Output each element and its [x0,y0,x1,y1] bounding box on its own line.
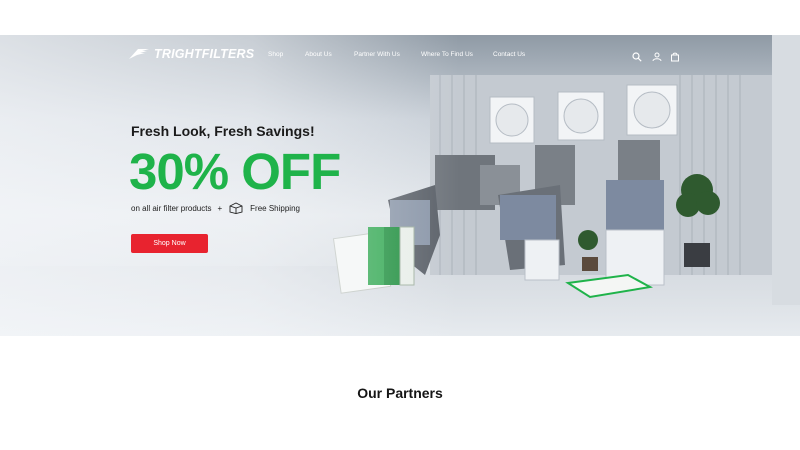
free-shipping-text: Free Shipping [250,203,300,213]
hero-banner: TRIGHTFILTERS Shop About Us Partner With… [0,35,800,336]
nav-about-us[interactable]: About Us [305,51,332,58]
account-icon[interactable] [652,49,664,62]
promo-subtitle: Fresh Look, Fresh Savings! [131,123,315,139]
brand-logo-text: TRIGHTFILTERS [154,47,255,61]
wing-logo-icon [129,48,149,59]
nav-contact-us[interactable]: Contact Us [493,51,525,58]
promo-plus: + [217,203,223,213]
site-header: TRIGHTFILTERS Shop About Us Partner With… [0,35,800,77]
shipping-box-icon [229,202,243,214]
partners-heading: Our Partners [357,385,443,401]
fan-1 [489,96,535,144]
brand-logo[interactable]: TRIGHTFILTERS [128,47,254,61]
promo-line: on all air filter products + Free Shippi… [131,202,300,214]
cart-icon[interactable] [670,49,682,62]
nav-where-to-find-us[interactable]: Where To Find Us [421,51,473,58]
promo-line-text: on all air filter products [131,203,212,213]
nav-shop[interactable]: Shop [268,51,283,58]
search-icon[interactable] [632,49,644,62]
shop-now-button[interactable]: Shop Now [131,234,208,253]
nav-partner-with-us[interactable]: Partner With Us [354,51,400,58]
promo-headline: 30% OFF [129,143,341,200]
